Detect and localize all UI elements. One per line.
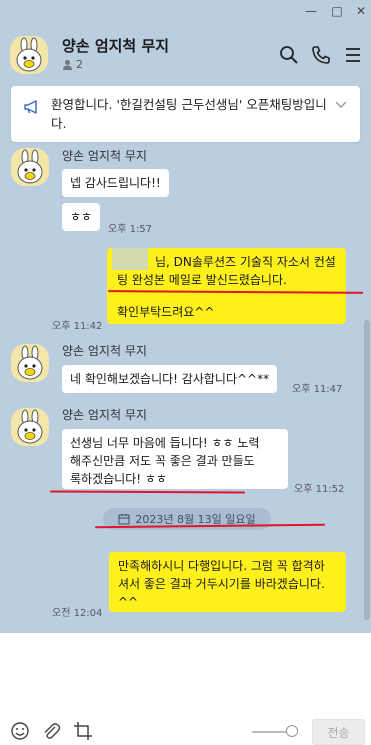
message-line: 님, DN솔루션즈 기술직 자소서 컨설 [155, 255, 336, 269]
message-bubble[interactable]: 넵 감사드립니다!! [62, 169, 169, 197]
chat-title: 양손 엄지척 무지 [62, 37, 170, 55]
calendar-icon [118, 514, 130, 525]
member-count[interactable]: 2 [62, 58, 83, 71]
redacted-name [112, 248, 148, 270]
call-icon[interactable] [310, 44, 332, 66]
muzi-avatar-icon [11, 344, 49, 382]
sender-name: 양손 엄지척 무지 [62, 149, 147, 163]
chevron-down-icon[interactable] [334, 98, 348, 112]
minimize-button[interactable]: — [300, 2, 322, 20]
message-line: 셔서 좋은 결과 거두시기를 바라겠습니다. [118, 577, 325, 591]
message-line: 만족해하시니 다행입니다. 그럼 꼭 합격하 [118, 559, 325, 573]
annotation-underline [49, 490, 246, 494]
send-button[interactable]: 전송 [312, 719, 365, 745]
maximize-button[interactable]: □ [326, 2, 348, 20]
notice-banner[interactable]: 환영합니다. '한길컨설팅 근두선생님' 오픈채팅방입니다. [11, 86, 360, 142]
message-bubble[interactable]: 선생님 너무 마음에 듭니다! ㅎㅎ 노력 해주신만큼 저도 꼭 좋은 결과 만… [62, 429, 288, 489]
font-size-slider[interactable] [252, 731, 290, 733]
megaphone-icon [24, 100, 37, 114]
my-message-bubble[interactable]: 만족해하시니 다행입니다. 그럼 꼭 합격하 셔서 좋은 결과 거두시기를 바라… [109, 552, 346, 612]
search-icon[interactable] [278, 44, 300, 66]
sender-avatar[interactable] [11, 148, 49, 186]
person-icon [63, 60, 72, 70]
message-line: 팅 완성본 메일로 발신드렸습니다. [117, 273, 287, 287]
sender-avatar[interactable] [11, 344, 49, 382]
message-line: 선생님 너무 마음에 듭니다! ㅎㅎ 노력 [70, 436, 260, 450]
window-titlebar: — □ ✕ [0, 0, 371, 22]
message-line: 록하겠습니다! ㅎㅎ [70, 472, 167, 486]
notice-text: 환영합니다. '한길컨설팅 근두선생님' 오픈채팅방입니다. [51, 97, 327, 131]
muzi-avatar-icon [10, 36, 48, 74]
crop-icon[interactable] [73, 721, 93, 741]
scroll-thumb[interactable] [364, 320, 370, 620]
emoji-icon[interactable] [10, 721, 30, 741]
message-line: ^^ [118, 595, 139, 609]
close-button[interactable]: ✕ [350, 2, 371, 20]
message-time: 오후 11:42 [52, 321, 103, 332]
sender-avatar[interactable] [11, 408, 49, 446]
message-bubble[interactable]: ㅎㅎ [62, 203, 101, 231]
message-time: 오후 11:52 [294, 484, 345, 495]
member-count-value: 2 [76, 58, 83, 71]
muzi-avatar-icon [11, 408, 49, 446]
message-line: 해주신만큼 저도 꼭 좋은 결과 만들도 [70, 454, 255, 468]
message-time: 오후 1:57 [108, 224, 153, 235]
message-time: 오후 11:47 [292, 384, 343, 395]
sender-name: 양손 엄지척 무지 [62, 408, 147, 422]
message-line: 확인부탁드려요^^ [117, 305, 215, 319]
message-time: 오전 12:04 [52, 608, 103, 619]
chat-scrollbar[interactable] [363, 80, 371, 633]
message-input-area[interactable]: 전송 [0, 633, 371, 745]
chat-header: 양손 엄지척 무지 2 [0, 22, 371, 80]
slider-knob[interactable] [286, 725, 298, 737]
profile-avatar[interactable] [10, 36, 48, 74]
message-bubble[interactable]: 네 확인해보겠습니다! 감사합니다^^** [62, 365, 278, 393]
muzi-avatar-icon [11, 148, 49, 186]
menu-icon[interactable] [342, 44, 364, 66]
chat-log[interactable]: 환영합니다. '한길컨설팅 근두선생님' 오픈채팅방입니다. 양손 엄지척 무지… [0, 80, 371, 633]
sender-name: 양손 엄지척 무지 [62, 344, 147, 358]
attach-icon[interactable] [41, 721, 61, 741]
